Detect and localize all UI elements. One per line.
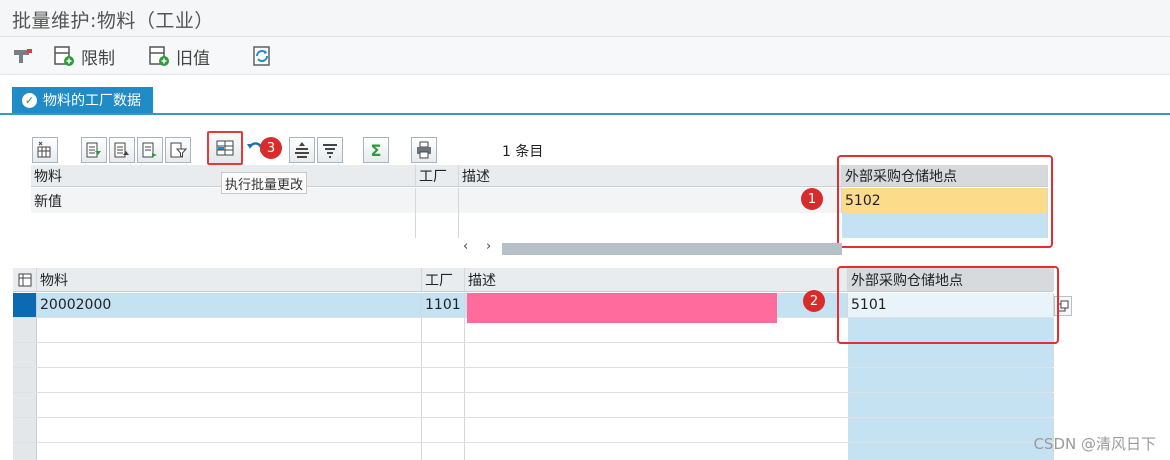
restrict-icon: [54, 46, 74, 66]
back-icon[interactable]: [12, 43, 34, 69]
sort-ascending-icon[interactable]: [81, 137, 107, 163]
find-icon[interactable]: [137, 137, 163, 163]
watermark: CSDN @清风日下: [1033, 435, 1156, 453]
plant-cell: 1101: [422, 293, 465, 317]
annotation-badge-1: 1: [801, 188, 823, 210]
old-value-icon: [149, 46, 169, 66]
app-toolbar: 限制 旧值: [0, 37, 1170, 75]
row-selector[interactable]: [13, 318, 37, 342]
empty-cell: [37, 318, 422, 342]
empty-cell: [848, 368, 1054, 392]
empty-cell: [422, 318, 465, 342]
scroll-right-icon[interactable]: ›: [486, 239, 491, 254]
row-count: 1 条目: [502, 144, 544, 160]
align-center-icon[interactable]: [289, 137, 315, 163]
empty-cell: [37, 343, 422, 367]
filter-icon[interactable]: [165, 137, 191, 163]
empty-cell: [37, 418, 422, 442]
annotation-box-1: [837, 155, 1053, 248]
empty-cell: [416, 213, 459, 238]
sum-button[interactable]: Σ: [363, 137, 389, 163]
annotation-badge-3: 3: [260, 137, 282, 159]
print-icon[interactable]: [411, 137, 437, 163]
mass-change-button[interactable]: [207, 131, 243, 165]
row-selector[interactable]: [13, 443, 37, 460]
table-row: [13, 443, 1054, 460]
col-description[interactable]: 描述: [465, 268, 848, 291]
row-selector[interactable]: [13, 393, 37, 417]
row-selector[interactable]: [13, 343, 37, 367]
row-selector[interactable]: [13, 293, 37, 317]
empty-cell: [422, 393, 465, 417]
table-row: [13, 393, 1054, 418]
subtotal-icon[interactable]: [317, 137, 343, 163]
sum-icon: Σ: [370, 140, 382, 160]
annotation-box-2: [837, 266, 1059, 344]
empty-cell: [422, 368, 465, 392]
table-row: [13, 343, 1054, 368]
scroll-thumb[interactable]: [502, 243, 842, 255]
empty-cell: [422, 443, 465, 460]
empty-cell: [37, 443, 422, 460]
empty-cell: [422, 343, 465, 367]
table-row: [13, 368, 1054, 393]
material-cell: 20002000: [37, 293, 422, 317]
refresh-icon[interactable]: [250, 43, 274, 69]
col-description[interactable]: 描述: [459, 165, 842, 186]
tooltip: 执行批量更改: [221, 172, 308, 194]
layout-select-icon[interactable]: [32, 137, 58, 163]
row-selector[interactable]: [13, 368, 37, 392]
window-title: 批量维护:物料（工业）: [12, 10, 214, 32]
empty-cell: [848, 443, 1054, 460]
col-plant[interactable]: 工厂: [416, 165, 459, 186]
old-value-button[interactable]: 旧值: [148, 43, 210, 69]
empty-cell: [422, 418, 465, 442]
mass-change-icon: [216, 140, 234, 156]
empty-cell: [31, 213, 416, 238]
restrict-label: 限制: [81, 48, 115, 69]
restrict-button[interactable]: 限制: [53, 43, 115, 69]
annotation-badge-2: 2: [803, 290, 825, 312]
empty-cell: [37, 393, 422, 417]
col-plant[interactable]: 工厂: [422, 268, 465, 291]
tab-plant-data[interactable]: ✓ 物料的工厂数据: [12, 87, 153, 113]
check-icon: ✓: [22, 92, 37, 108]
old-value-label: 旧值: [176, 48, 210, 69]
tab-label: 物料的工厂数据: [43, 93, 141, 109]
new-value-plant[interactable]: [416, 188, 459, 213]
horizontal-scrollbar[interactable]: ‹ ›: [460, 239, 845, 257]
sort-descending-icon[interactable]: [109, 137, 135, 163]
empty-cell: [848, 393, 1054, 417]
col-material[interactable]: 物料: [37, 268, 422, 291]
empty-cell: [37, 368, 422, 392]
description-cell: [465, 293, 848, 323]
select-all-icon[interactable]: [13, 268, 37, 291]
row-selector[interactable]: [13, 418, 37, 442]
table-row: [13, 418, 1054, 443]
new-value-description: [459, 188, 842, 213]
scroll-left-icon[interactable]: ‹: [463, 239, 468, 254]
tabstrip: ✓ 物料的工厂数据: [0, 75, 1170, 115]
empty-cell: [848, 343, 1054, 367]
empty-cell: [848, 418, 1054, 442]
title-bar: 批量维护:物料（工业）: [0, 0, 1170, 37]
